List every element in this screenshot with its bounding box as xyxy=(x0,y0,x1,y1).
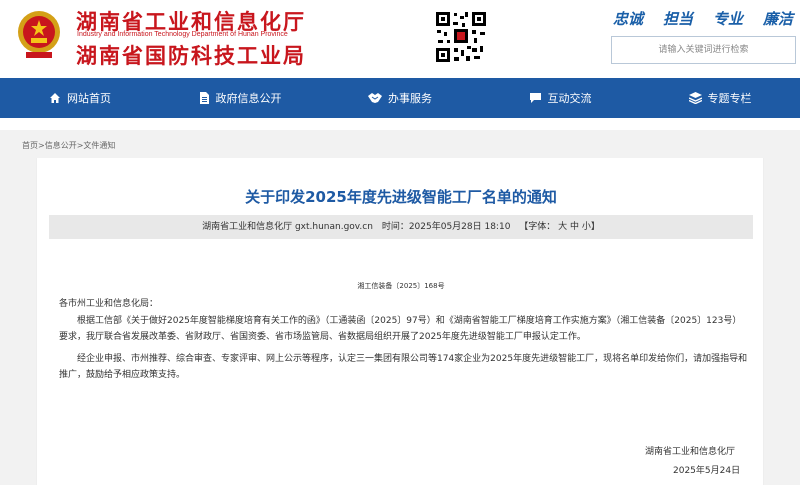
paragraph-1: 根据工信部《关于做好2025年度智能梯度培育有关工作的函》（工通装函〔2025〕… xyxy=(59,316,742,342)
nav-item-label: 专题专栏 xyxy=(707,92,752,105)
slogan-loyalty: 忠诚 xyxy=(613,10,644,28)
article-source: 湖南省工业和信息化厅 gxt.hunan.gov.cn xyxy=(202,222,373,232)
main-nav: 网站首页 政府信息公开 办事服务 互动交流 专题专栏 xyxy=(0,78,800,118)
nav-item-gov-info[interactable]: 政府信息公开 xyxy=(160,78,320,118)
search-input[interactable]: 请输入关键词进行检索 xyxy=(611,36,796,64)
slogan-integrity: 廉洁 xyxy=(762,10,793,28)
nav-item-label: 办事服务 xyxy=(388,92,432,105)
national-emblem-icon xyxy=(18,11,60,58)
article-meta-bar: 湖南省工业和信息化厅 gxt.hunan.gov.cn 时间：2025年05月2… xyxy=(49,215,753,239)
article-time: 时间：2025年05月28日 18:10 xyxy=(381,222,511,232)
signature-organization: 湖南省工业和信息化厅 xyxy=(645,447,736,457)
slogan-group: 忠诚 担当 专业 廉洁 xyxy=(613,8,793,30)
chat-icon xyxy=(529,93,541,103)
signature-date: 2025年5月24日 xyxy=(673,466,741,476)
nav-item-interaction[interactable]: 互动交流 xyxy=(480,78,640,118)
qr-code-icon xyxy=(434,10,488,64)
layers-icon xyxy=(688,92,702,104)
article-container: 关于印发2025年度先进级智能工厂名单的通知 湖南省工业和信息化厅 gxt.hu… xyxy=(36,158,764,485)
font-size-switcher[interactable]: 【字体： 大 中 小】 xyxy=(519,222,600,232)
nav-item-label: 政府信息公开 xyxy=(215,92,282,105)
site-header: 湖南省工业和信息化厅 Industry and Information Tech… xyxy=(0,0,800,78)
nav-item-label: 互动交流 xyxy=(547,92,592,105)
nav-item-services[interactable]: 办事服务 xyxy=(320,78,480,118)
site-title-english: Industry and Information Technology Depa… xyxy=(77,31,288,38)
article-title: 关于印发2025年度先进级智能工厂名单的通知 xyxy=(245,188,557,206)
nav-item-home[interactable]: 网站首页 xyxy=(0,78,160,118)
document-number: 湘工信装备〔2025〕168号 xyxy=(357,282,445,290)
slogan-responsibility: 担当 xyxy=(662,10,693,28)
breadcrumb[interactable]: 首页>信息公开>文件通知 xyxy=(22,140,115,151)
nav-item-topics[interactable]: 专题专栏 xyxy=(640,78,800,118)
home-icon xyxy=(50,93,60,103)
salutation: 各市州工业和信息化局： xyxy=(59,299,159,309)
site-title-line2[interactable]: 湖南省国防科技工业局 xyxy=(76,40,306,70)
nav-item-label: 网站首页 xyxy=(67,92,111,105)
handshake-icon xyxy=(368,93,382,103)
slogan-professional: 专业 xyxy=(712,10,743,28)
paragraph-2: 经企业申报、市州推荐、综合审查、专家评审、网上公示等程序，认定三一集团有限公司等… xyxy=(59,354,748,380)
document-icon xyxy=(199,92,209,104)
